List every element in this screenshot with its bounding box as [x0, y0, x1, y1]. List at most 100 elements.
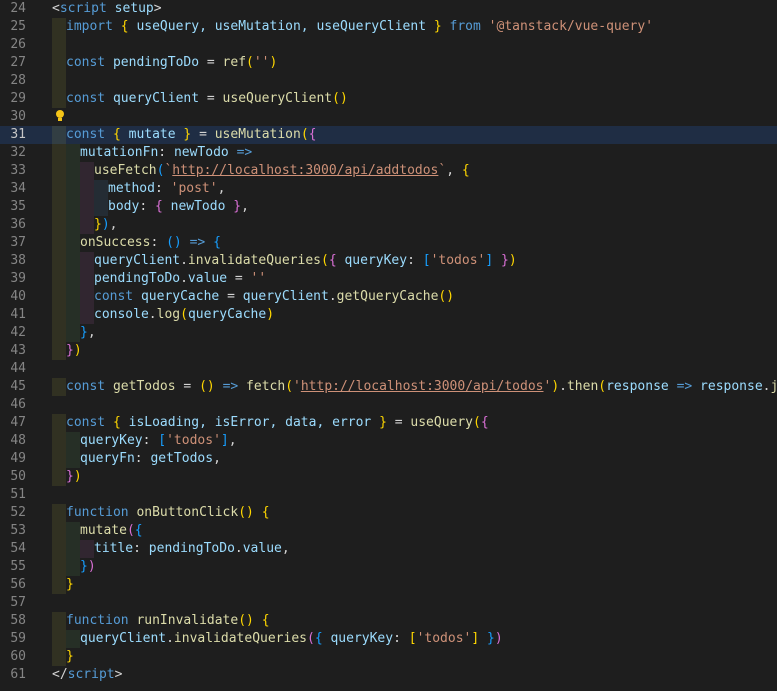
code-line[interactable]: 35 body: { newTodo }, [0, 198, 777, 216]
line-number: 53 [10, 523, 26, 538]
code-line[interactable]: 52 function onButtonClick() { [0, 504, 777, 522]
code-line[interactable]: 44 [0, 360, 777, 378]
code-token: ( [300, 127, 309, 142]
code-token: { [308, 127, 317, 142]
code-text: pendingToDo.value = '' [52, 270, 266, 288]
code-line[interactable]: 61 </script> [0, 666, 777, 684]
code-line[interactable]: 47 const { isLoading, isError, data, erro… [0, 414, 777, 432]
code-editor[interactable]: 24 <script setup> 25 import { useQuery, use… [0, 0, 777, 691]
code-token: queryKey [344, 253, 408, 268]
code-token: const [66, 415, 106, 430]
line-number: 31 [10, 127, 26, 142]
line-number: 28 [10, 73, 26, 88]
code-token: onButtonClick [136, 505, 239, 520]
code-line[interactable]: 51 [0, 486, 777, 504]
code-line[interactable]: 60} [0, 648, 777, 666]
code-token: mutate [80, 523, 127, 538]
code-token: isLoading, isError, data, error [120, 415, 380, 430]
code-line[interactable]: 55}) [0, 558, 777, 576]
code-token: 'todos' [166, 433, 221, 448]
code-text: }) [52, 468, 82, 486]
code-line[interactable]: 38 queryClient.invalidateQueries({ queryK… [0, 252, 777, 270]
code-token: log [156, 307, 181, 322]
indent-guide [52, 468, 66, 486]
code-token: , [228, 433, 237, 448]
code-line[interactable]: 48 queryKey: ['todos'], [0, 432, 777, 450]
code-line[interactable]: 40 const queryCache = queryClient.getQuer… [0, 288, 777, 306]
code-line[interactable]: 53 mutate({ [0, 522, 777, 540]
code-line[interactable]: 36}), [0, 216, 777, 234]
indent-guide [66, 630, 80, 648]
code-line[interactable]: 45 const getTodos = () => fetch('http://l… [0, 378, 777, 396]
code-text [52, 72, 66, 90]
code-token: = [199, 91, 223, 106]
indent-guide [52, 450, 66, 468]
code-token: ) [73, 343, 82, 358]
lightbulb-icon[interactable] [53, 110, 67, 124]
code-token: newTodo [173, 145, 229, 160]
indent-guide [66, 558, 80, 576]
line-number: 38 [10, 253, 26, 268]
code-token: { [480, 415, 489, 430]
code-token: , [281, 541, 290, 556]
code-token: , [87, 325, 96, 340]
code-token: . [328, 289, 337, 304]
code-line[interactable]: 41 console.log(queryCache) [0, 306, 777, 324]
indent-guide [52, 540, 66, 558]
code-token: queryFn [80, 451, 135, 466]
line-number: 45 [10, 379, 26, 394]
code-line[interactable]: 26 [0, 36, 777, 54]
code-line[interactable]: 31 const { mutate } = useMutation({ [0, 126, 777, 144]
code-token: } [66, 649, 74, 664]
code-line[interactable]: 28 [0, 72, 777, 90]
indent-guide [52, 216, 66, 234]
code-line[interactable]: 56} [0, 576, 777, 594]
code-token: : [407, 253, 423, 268]
indent-guide [52, 306, 66, 324]
code-token: body [108, 199, 140, 214]
code-token: => [189, 235, 206, 250]
code-token: . [180, 271, 188, 286]
code-token: response [700, 379, 763, 394]
code-line[interactable]: 24 <script setup> [0, 0, 777, 18]
line-number: 37 [10, 235, 26, 250]
indent-guide [80, 288, 94, 306]
code-token: { [154, 199, 163, 214]
code-line[interactable]: 34 method: 'post', [0, 180, 777, 198]
code-line[interactable]: 25 import { useQuery, useMutation, useQue… [0, 18, 777, 36]
code-line[interactable]: 30 [0, 108, 777, 126]
code-text: queryKey: ['todos'], [52, 432, 237, 450]
code-text: function onButtonClick() { [52, 504, 270, 522]
indent-guide [66, 324, 80, 342]
code-token: function [66, 505, 129, 520]
code-line[interactable]: 58 function runInvalidate() { [0, 612, 777, 630]
code-line[interactable]: 46 [0, 396, 777, 414]
code-token: import [66, 19, 113, 34]
code-token: fetch [246, 379, 286, 394]
code-line[interactable]: 43}) [0, 342, 777, 360]
code-line[interactable]: 57 [0, 594, 777, 612]
code-line[interactable]: 42}, [0, 324, 777, 342]
code-line[interactable]: 29 const queryClient = useQueryClient() [0, 90, 777, 108]
code-line[interactable]: 59 queryClient.invalidateQueries({ queryK… [0, 630, 777, 648]
code-line[interactable]: 39 pendingToDo.value = '' [0, 270, 777, 288]
code-token: { [112, 127, 121, 142]
code-token: = [386, 415, 411, 430]
code-line[interactable]: 32 mutationFn: newTodo => [0, 144, 777, 162]
indent-guide [66, 450, 80, 468]
code-line[interactable]: 27 const pendingToDo = ref('') [0, 54, 777, 72]
indent-guide [52, 648, 66, 666]
code-line[interactable]: 50}) [0, 468, 777, 486]
code-token: . [762, 379, 771, 394]
code-line[interactable]: 37 onSuccess: () => { [0, 234, 777, 252]
code-token: ) [269, 55, 278, 70]
code-line[interactable]: 33 useFetch(`http://localhost:3000/api/ad… [0, 162, 777, 180]
indent-guide [80, 216, 94, 234]
code-line[interactable]: 54 title: pendingToDo.value, [0, 540, 777, 558]
code-token: } [94, 217, 102, 232]
line-number: 48 [10, 433, 26, 448]
code-line[interactable]: 49 queryFn: getTodos, [0, 450, 777, 468]
